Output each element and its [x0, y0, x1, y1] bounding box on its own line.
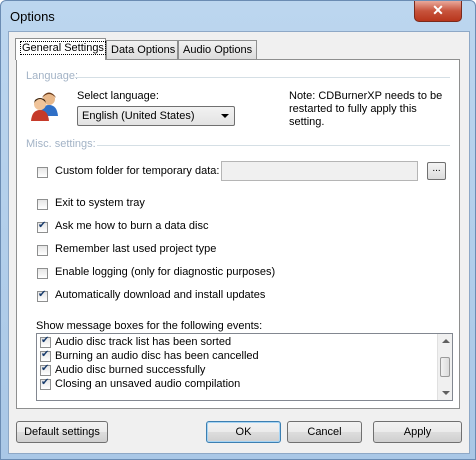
close-button[interactable]: ✕	[414, 1, 462, 22]
scroll-thumb[interactable]	[440, 357, 450, 377]
options-window: Options ✕ General Settings Data Options …	[0, 0, 476, 460]
language-divider	[75, 77, 450, 78]
remember-project-type-checkbox[interactable]	[37, 245, 48, 256]
tab-data-options[interactable]: Data Options	[106, 40, 178, 59]
ask-burn-data-disc-label[interactable]: Ask me how to burn a data disc	[55, 220, 208, 232]
apply-button[interactable]: Apply	[373, 421, 462, 443]
auto-update-label[interactable]: Automatically download and install updat…	[55, 289, 265, 301]
ok-button[interactable]: OK	[206, 421, 281, 443]
title-bar[interactable]: Options ✕	[1, 1, 475, 31]
cancel-button[interactable]: Cancel	[287, 421, 362, 443]
list-item[interactable]: Audio disc track list has been sorted	[40, 335, 231, 350]
select-language-label: Select language:	[77, 90, 159, 102]
remember-project-type-label[interactable]: Remember last used project type	[55, 243, 216, 255]
restart-note-line3: setting.	[289, 116, 325, 128]
general-settings-panel: Language: Select language: English (Unit…	[16, 59, 460, 409]
restart-note-line1: Note: CDBurnerXP needs to be	[289, 90, 443, 102]
list-item-checkbox[interactable]	[40, 349, 51, 362]
close-icon: ✕	[432, 2, 444, 18]
ask-burn-data-disc-checkbox[interactable]	[37, 220, 48, 233]
message-boxes-label: Show message boxes for the following eve…	[36, 320, 263, 332]
custom-folder-checkbox[interactable]	[37, 167, 48, 178]
enable-logging-checkbox[interactable]	[37, 268, 48, 279]
list-scrollbar[interactable]	[437, 334, 452, 400]
list-item[interactable]: Audio disc burned successfully	[40, 363, 205, 378]
custom-folder-label[interactable]: Custom folder for temporary data:	[55, 165, 219, 177]
language-group-label: Language:	[26, 70, 78, 82]
list-item-checkbox[interactable]	[40, 377, 51, 390]
misc-divider	[97, 145, 450, 146]
list-item-checkbox[interactable]	[40, 363, 51, 376]
language-select-value: English (United States)	[82, 110, 195, 122]
custom-folder-input[interactable]	[221, 161, 418, 181]
exit-to-tray-label[interactable]: Exit to system tray	[55, 197, 145, 209]
scroll-up-icon[interactable]	[442, 339, 450, 343]
list-item[interactable]: Burning an audio disc has been cancelled	[40, 349, 259, 364]
chevron-down-icon	[221, 114, 229, 118]
restart-note-line2: restarted to fully apply this	[289, 103, 417, 115]
message-events-list[interactable]: Audio disc track list has been sorted Bu…	[36, 333, 453, 401]
default-settings-button[interactable]: Default settings	[16, 421, 108, 443]
list-item[interactable]: Closing an unsaved audio compilation	[40, 377, 240, 392]
browse-folder-button[interactable]: ...	[427, 162, 446, 180]
users-icon	[31, 92, 58, 121]
list-item-checkbox[interactable]	[40, 335, 51, 348]
exit-to-tray-checkbox[interactable]	[37, 199, 48, 210]
dialog-body: General Settings Data Options Audio Opti…	[8, 31, 470, 454]
auto-update-checkbox[interactable]	[37, 289, 48, 302]
enable-logging-label[interactable]: Enable logging (only for diagnostic purp…	[55, 266, 275, 278]
tab-general-settings[interactable]: General Settings	[15, 38, 106, 60]
tab-audio-options[interactable]: Audio Options	[178, 40, 257, 59]
misc-group-label: Misc. settings:	[26, 138, 96, 150]
scroll-down-icon[interactable]	[442, 391, 450, 395]
language-select[interactable]: English (United States)	[77, 106, 235, 126]
window-title: Options	[10, 9, 55, 24]
